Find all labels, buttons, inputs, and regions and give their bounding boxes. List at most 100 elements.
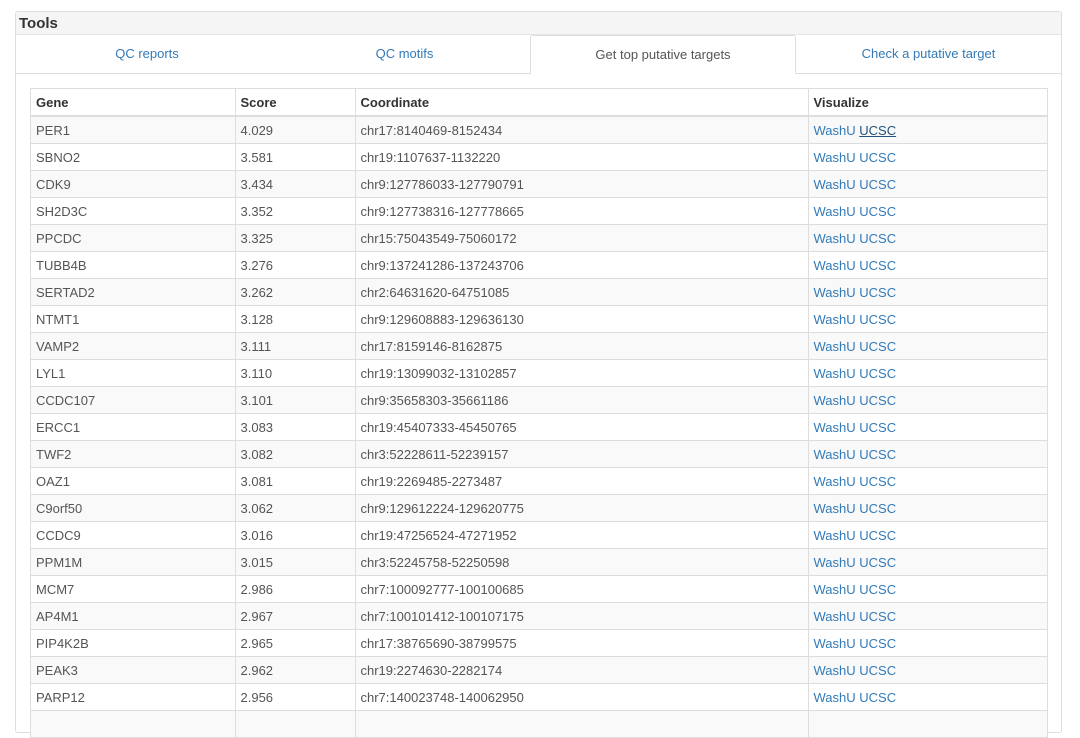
coordinate-cell: chr3:52228611-52239157 bbox=[354, 440, 808, 468]
washu-link[interactable]: WashU bbox=[814, 393, 856, 408]
visualize-cell: WashU UCSC bbox=[807, 143, 1047, 171]
ucsc-link[interactable]: UCSC bbox=[859, 150, 896, 165]
ucsc-link[interactable]: UCSC bbox=[859, 528, 896, 543]
table-row: LYL1 3.110 chr19:13099032-13102857 WashU UC… bbox=[31, 359, 1047, 387]
ucsc-link[interactable]: UCSC bbox=[859, 312, 896, 327]
ucsc-link[interactable]: UCSC bbox=[859, 177, 896, 192]
score-cell: 3.128 bbox=[234, 305, 355, 333]
coordinate-cell: chr19:2269485-2273487 bbox=[354, 467, 808, 495]
washu-link[interactable]: WashU bbox=[814, 501, 856, 516]
panel-heading: Tools bbox=[16, 12, 1061, 35]
score-cell: 3.434 bbox=[234, 170, 355, 198]
ucsc-link[interactable]: UCSC bbox=[859, 501, 896, 516]
gene-cell: AP4M1 bbox=[31, 602, 235, 630]
visualize-cell: WashU UCSC bbox=[807, 629, 1047, 657]
ucsc-link[interactable]: UCSC bbox=[859, 420, 896, 435]
gene-cell: PER1 bbox=[31, 116, 235, 144]
visualize-cell: WashU UCSC bbox=[807, 170, 1047, 198]
washu-link[interactable]: WashU bbox=[814, 636, 856, 651]
column-header-visualize[interactable]: Visualize bbox=[807, 89, 1047, 117]
coordinate-cell bbox=[354, 710, 808, 738]
washu-link[interactable]: WashU bbox=[814, 231, 856, 246]
table-row: VAMP2 3.111 chr17:8159146-8162875 WashU UCS… bbox=[31, 332, 1047, 360]
washu-link[interactable]: WashU bbox=[814, 258, 856, 273]
washu-link[interactable]: WashU bbox=[814, 204, 856, 219]
ucsc-link[interactable]: UCSC bbox=[859, 285, 896, 300]
visualize-cell: WashU UCSC bbox=[807, 683, 1047, 711]
ucsc-link[interactable]: UCSC bbox=[859, 123, 896, 138]
washu-link[interactable]: WashU bbox=[814, 312, 856, 327]
washu-link[interactable]: WashU bbox=[814, 582, 856, 597]
ucsc-link[interactable]: UCSC bbox=[859, 366, 896, 381]
washu-link[interactable]: WashU bbox=[814, 447, 856, 462]
ucsc-link[interactable]: UCSC bbox=[859, 231, 896, 246]
ucsc-link[interactable]: UCSC bbox=[859, 204, 896, 219]
gene-cell: PIP4K2B bbox=[31, 629, 235, 657]
washu-link[interactable]: WashU bbox=[814, 690, 856, 705]
score-cell: 2.956 bbox=[234, 683, 355, 711]
washu-link[interactable]: WashU bbox=[814, 150, 856, 165]
column-header-gene[interactable]: Gene bbox=[31, 89, 235, 117]
gene-cell: TUBB4B bbox=[31, 251, 235, 279]
ucsc-link[interactable]: UCSC bbox=[859, 393, 896, 408]
column-header-coordinate[interactable]: Coordinate bbox=[354, 89, 808, 117]
table-body: PER1 4.029 chr17:8140469-8152434 WashU UCSC… bbox=[31, 116, 1047, 738]
ucsc-link[interactable]: UCSC bbox=[859, 582, 896, 597]
washu-link[interactable]: WashU bbox=[814, 123, 856, 138]
score-cell: 3.276 bbox=[234, 251, 355, 279]
table-row: PIP4K2B 2.965 chr17:38765690-38799575 WashU… bbox=[31, 629, 1047, 657]
visualize-cell: WashU UCSC bbox=[807, 386, 1047, 414]
washu-link[interactable]: WashU bbox=[814, 177, 856, 192]
gene-cell: NTMT1 bbox=[31, 305, 235, 333]
tab-qc-reports[interactable]: QC reports bbox=[16, 35, 278, 73]
washu-link[interactable]: WashU bbox=[814, 663, 856, 678]
washu-link[interactable]: WashU bbox=[814, 339, 856, 354]
washu-link[interactable]: WashU bbox=[814, 420, 856, 435]
gene-cell: SH2D3C bbox=[31, 197, 235, 225]
coordinate-cell: chr19:1107637-1132220 bbox=[354, 143, 808, 171]
visualize-cell: WashU UCSC bbox=[807, 494, 1047, 522]
visualize-cell: WashU UCSC bbox=[807, 602, 1047, 630]
ucsc-link[interactable]: UCSC bbox=[859, 258, 896, 273]
ucsc-link[interactable]: UCSC bbox=[859, 663, 896, 678]
coordinate-cell: chr7:100101412-100107175 bbox=[354, 602, 808, 630]
score-cell bbox=[234, 710, 355, 738]
ucsc-link[interactable]: UCSC bbox=[859, 555, 896, 570]
tab-get-top-putative-targets[interactable]: Get top putative targets bbox=[530, 35, 796, 74]
ucsc-link[interactable]: UCSC bbox=[859, 690, 896, 705]
ucsc-link[interactable]: UCSC bbox=[859, 339, 896, 354]
visualize-cell bbox=[807, 710, 1047, 738]
visualize-cell: WashU UCSC bbox=[807, 251, 1047, 279]
targets-table: Gene Score Coordinate Visualize PER1 4.02… bbox=[31, 89, 1047, 738]
coordinate-cell: chr9:127738316-127778665 bbox=[354, 197, 808, 225]
score-cell: 3.015 bbox=[234, 548, 355, 576]
coordinate-cell: chr17:38765690-38799575 bbox=[354, 629, 808, 657]
coordinate-cell: chr9:129612224-129620775 bbox=[354, 494, 808, 522]
washu-link[interactable]: WashU bbox=[814, 285, 856, 300]
tab-check-a-putative-target[interactable]: Check a putative target bbox=[796, 35, 1061, 73]
ucsc-link[interactable]: UCSC bbox=[859, 609, 896, 624]
score-cell: 3.083 bbox=[234, 413, 355, 441]
table-row: PPM1M 3.015 chr3:52245758-52250598 WashU UC… bbox=[31, 548, 1047, 576]
gene-cell: SERTAD2 bbox=[31, 278, 235, 306]
visualize-cell: WashU UCSC bbox=[807, 440, 1047, 468]
washu-link[interactable]: WashU bbox=[814, 366, 856, 381]
tab-qc-motifs[interactable]: QC motifs bbox=[278, 35, 531, 73]
visualize-cell: WashU UCSC bbox=[807, 278, 1047, 306]
ucsc-link[interactable]: UCSC bbox=[859, 447, 896, 462]
washu-link[interactable]: WashU bbox=[814, 474, 856, 489]
ucsc-link[interactable]: UCSC bbox=[859, 474, 896, 489]
washu-link[interactable]: WashU bbox=[814, 528, 856, 543]
ucsc-link[interactable]: UCSC bbox=[859, 636, 896, 651]
table-row: MCM7 2.986 chr7:100092777-100100685 WashU U… bbox=[31, 575, 1047, 603]
gene-cell: LYL1 bbox=[31, 359, 235, 387]
score-cell: 3.111 bbox=[234, 332, 355, 360]
table-row: CCDC9 3.016 chr19:47256524-47271952 WashU U… bbox=[31, 521, 1047, 549]
washu-link[interactable]: WashU bbox=[814, 609, 856, 624]
washu-link[interactable]: WashU bbox=[814, 555, 856, 570]
gene-cell: TWF2 bbox=[31, 440, 235, 468]
column-header-score[interactable]: Score bbox=[234, 89, 355, 117]
score-cell: 3.262 bbox=[234, 278, 355, 306]
table-row: PER1 4.029 chr17:8140469-8152434 WashU UCSC bbox=[31, 116, 1047, 144]
gene-cell: PPCDC bbox=[31, 224, 235, 252]
